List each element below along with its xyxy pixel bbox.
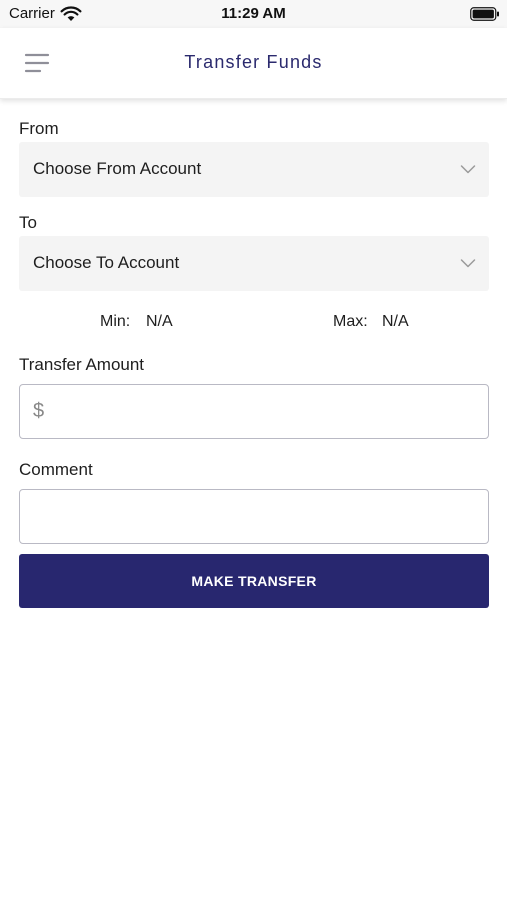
to-account-select[interactable]: Choose To Account — [19, 236, 489, 291]
comment-label: Comment — [19, 460, 93, 479]
to-label: To — [19, 213, 37, 232]
max-label: Max: — [333, 313, 368, 330]
min-label: Min: — [100, 313, 131, 330]
transfer-amount-input[interactable]: $ — [19, 384, 489, 439]
battery-icon — [470, 7, 499, 21]
from-account-select-value: Choose From Account — [33, 159, 202, 178]
comment-input[interactable] — [19, 489, 489, 544]
currency-symbol: $ — [33, 400, 45, 422]
from-label: From — [19, 119, 59, 138]
chevron-down-icon — [460, 259, 476, 268]
clock-label: 11:29 AM — [221, 5, 286, 22]
from-account-select[interactable]: Choose From Account — [19, 142, 489, 197]
chevron-down-icon — [460, 165, 476, 174]
page-title: Transfer Funds — [184, 52, 323, 72]
navigation-bar: Transfer Funds — [0, 28, 507, 99]
transfer-funds-screen: Carrier 11:29 AM Transfer Funds From Cho… — [0, 0, 507, 900]
min-value: N/A — [146, 313, 173, 330]
to-account-select-value: Choose To Account — [33, 253, 180, 272]
status-bar: Carrier 11:29 AM — [0, 0, 507, 28]
transfer-amount-label: Transfer Amount — [19, 355, 145, 374]
make-transfer-button[interactable]: MAKE TRANSFER — [19, 554, 489, 608]
max-value: N/A — [382, 313, 409, 330]
